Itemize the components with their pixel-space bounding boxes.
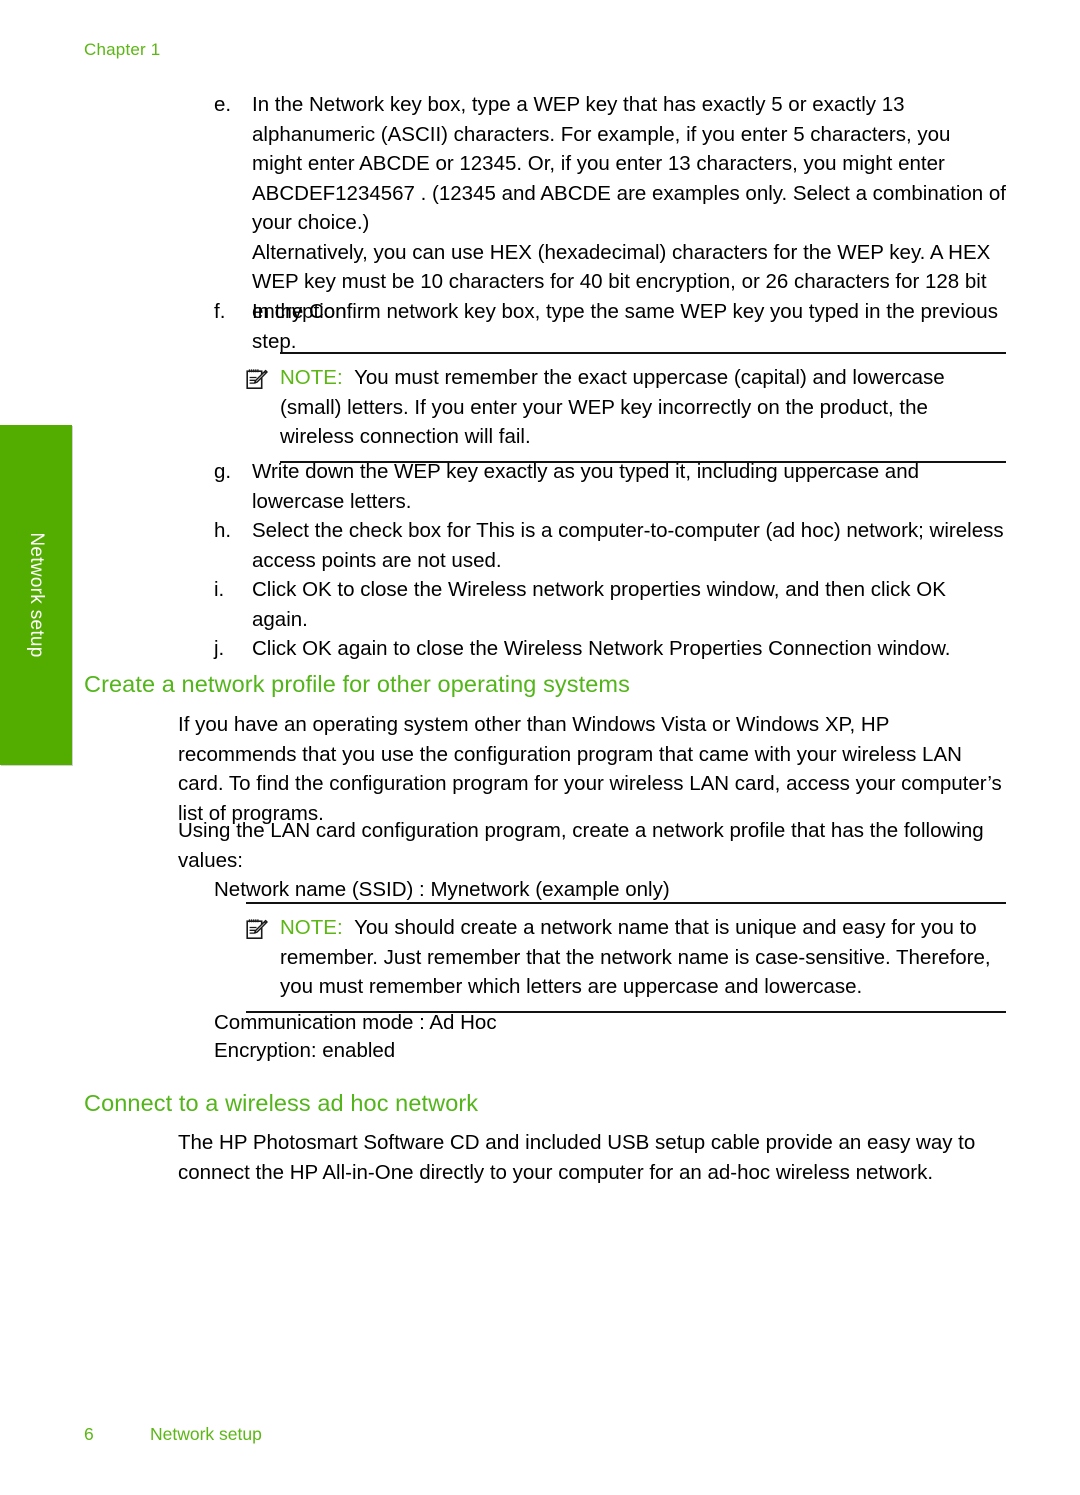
note-text: NOTE: You must remember the exact upperc… [280, 363, 1006, 452]
document-page: Chapter 1 Network setup e. In the Networ… [0, 0, 1080, 1495]
section-side-tab: Network setup [0, 425, 72, 765]
note-callout-2: NOTE: You should create a network name t… [246, 902, 1006, 1013]
section-2-paragraph-1: The HP Photosmart Software CD and includ… [178, 1131, 976, 1184]
step-list-e: e. In the Network key box, type a WEP ke… [214, 90, 1006, 326]
list-marker: i. [214, 578, 225, 601]
list-text: In the Network key box, type a WEP key t… [252, 93, 1006, 234]
list-marker: h. [214, 519, 232, 542]
list-text: Select the check box for This is a compu… [252, 519, 1004, 572]
note-label: NOTE: [280, 916, 343, 939]
section-heading-connect-adhoc: Connect to a wireless ad hoc network [84, 1090, 479, 1116]
list-text: Write down the WEP key exactly as you ty… [252, 460, 919, 513]
value-encryption: Encryption: enabled [214, 1039, 396, 1062]
chapter-running-head: Chapter 1 [84, 40, 161, 59]
step-list-g-j: g. Write down the WEP key exactly as you… [214, 457, 1006, 664]
list-item: j. Click OK again to close the Wireless … [214, 634, 1006, 664]
footer-page-number: 6 [84, 1424, 94, 1444]
list-marker: j. [214, 637, 225, 660]
page-footer: 6 Network setup [84, 1424, 262, 1445]
section-side-tab-label: Network setup [26, 532, 47, 658]
note-message: You should create a network name that is… [280, 916, 991, 998]
list-marker: f. [214, 300, 226, 323]
note-body: NOTE: You should create a network name t… [246, 904, 1006, 1011]
list-item: e. In the Network key box, type a WEP ke… [214, 90, 1006, 238]
list-item: i. Click OK to close the Wireless networ… [214, 575, 1006, 634]
value-communication-mode: Communication mode : Ad Hoc [214, 1011, 497, 1034]
list-item: h. Select the check box for This is a co… [214, 516, 1006, 575]
section-1-paragraph-1: If you have an operating system other th… [178, 713, 1002, 825]
note-pencil-icon [246, 913, 280, 946]
list-marker: g. [214, 460, 232, 483]
list-marker: e. [214, 93, 232, 116]
list-item: g. Write down the WEP key exactly as you… [214, 457, 1006, 516]
note-body: NOTE: You must remember the exact upperc… [246, 354, 1006, 461]
list-text: In the Confirm network key box, type the… [252, 300, 998, 353]
list-text: Click OK to close the Wireless network p… [252, 578, 946, 631]
list-item: f. In the Confirm network key box, type … [214, 297, 1006, 356]
step-list-f: f. In the Confirm network key box, type … [214, 297, 1006, 356]
footer-section-name: Network setup [150, 1424, 262, 1444]
list-text: Click OK again to close the Wireless Net… [252, 637, 951, 660]
note-text: NOTE: You should create a network name t… [280, 913, 1006, 1002]
note-message: You must remember the exact uppercase (c… [280, 366, 945, 448]
value-network-name: Network name (SSID) : Mynetwork (example… [214, 878, 670, 901]
section-heading-create-profile: Create a network profile for other opera… [84, 671, 630, 697]
note-pencil-icon [246, 363, 280, 396]
note-label: NOTE: [280, 366, 343, 389]
note-callout-1: NOTE: You must remember the exact upperc… [246, 352, 1006, 463]
section-1-paragraph-2: Using the LAN card configuration program… [178, 819, 984, 872]
